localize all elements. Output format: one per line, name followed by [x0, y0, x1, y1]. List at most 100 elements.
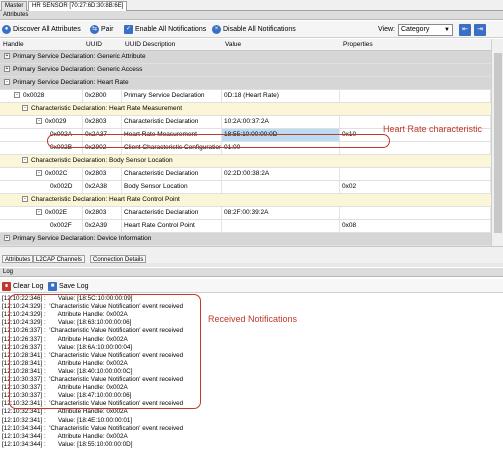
attribute-row[interactable]: 0x002F 0x2A39 Heart Rate Control Point 0x08 — [0, 220, 491, 233]
annotation-heart-rate-characteristic: Heart Rate characteristic — [383, 124, 483, 134]
cell-value[interactable]: 02:2D:00:38:2A — [222, 168, 340, 180]
cell-value[interactable]: 08:2F:00:39:2A — [222, 207, 340, 219]
discover-all-attributes-button[interactable]: ● Discover All Attributes — [2, 24, 81, 35]
cell-value[interactable]: 0D:18 (Heart Rate) — [222, 90, 340, 102]
cell-uuid: 0x2803 — [83, 207, 122, 219]
cell-text: 10:2A:00:37:2A — [224, 118, 269, 125]
cell-text: Characteristic Declaration — [124, 118, 199, 125]
attribute-row[interactable]: 0x002D 0x2A38 Body Sensor Location 0x02 — [0, 181, 491, 194]
cell-text: 0x2A39 — [85, 222, 108, 229]
scrollbar-thumb[interactable] — [494, 53, 502, 233]
expander-icon[interactable]: + — [4, 235, 10, 242]
bell-icon: ✓ — [124, 25, 133, 34]
tab-master[interactable]: Master — [1, 1, 28, 11]
characteristic-callout — [47, 134, 390, 148]
column-value[interactable]: Value — [225, 41, 241, 48]
expander-icon[interactable]: - — [14, 92, 20, 99]
cell-text: 0x0029 — [45, 118, 67, 125]
attribute-row[interactable]: -0x002E 0x2803 Characteristic Declaration 0… — [0, 207, 491, 220]
service-group-row[interactable]: + Primary Service Declaration: Generic At… — [0, 51, 491, 64]
pair-label: Pair — [101, 26, 114, 33]
service-group-row[interactable]: - Primary Service Declaration: Heart Rate — [0, 77, 491, 90]
column-handle[interactable]: Handle — [3, 41, 24, 48]
clear-log-button[interactable]: ∎ Clear Log — [2, 281, 43, 292]
cell-props: 0x02 — [340, 181, 491, 193]
view-select[interactable]: Category ▼ — [398, 24, 453, 36]
pane-splitter[interactable] — [0, 263, 503, 267]
service-group-row[interactable]: + Primary Service Declaration: Device Inf… — [0, 233, 491, 246]
cell-uuid: 0x2A38 — [83, 181, 122, 193]
characteristic-group-row[interactable]: - Characteristic Declaration: Heart Rate … — [0, 194, 491, 207]
column-properties[interactable]: Properties — [343, 41, 373, 48]
cell-handle: -0x002C — [34, 168, 83, 180]
group-cell: + Primary Service Declaration: Generic At… — [2, 51, 491, 63]
pair-button[interactable]: ⇆ Pair — [90, 24, 113, 35]
save-icon: ■ — [48, 282, 57, 291]
cell-desc: Body Sensor Location — [122, 181, 222, 193]
expander-icon[interactable]: - — [36, 118, 42, 125]
enable-all-notifications-button[interactable]: ✓ Enable All Notifications — [124, 24, 206, 35]
grid-vertical-scrollbar[interactable] — [491, 39, 503, 246]
characteristic-group-row[interactable]: - Characteristic Declaration: Heart Rate … — [0, 103, 491, 116]
group-cell: - Characteristic Declaration: Heart Rate … — [20, 194, 491, 206]
expander-icon[interactable]: - — [22, 105, 28, 112]
expander-icon[interactable]: - — [4, 79, 10, 86]
expander-icon[interactable]: - — [36, 170, 42, 177]
cell-uuid: 0x2800 — [83, 90, 122, 102]
cell-desc: Characteristic Declaration — [122, 168, 222, 180]
cell-handle: -0x002E — [34, 207, 83, 219]
cell-text: 0x02 — [342, 183, 357, 190]
group-label: Primary Service Declaration: Heart Rate — [13, 79, 129, 86]
cell-text: 0x002D — [50, 183, 73, 190]
search-icon: ● — [2, 25, 11, 34]
cell-desc: Heart Rate Control Point — [122, 220, 222, 232]
cell-text: 0x002F — [50, 222, 72, 229]
attribute-row[interactable]: -0x002C 0x2803 Characteristic Declaration 0… — [0, 168, 491, 181]
expand-all-icon[interactable]: ⇥ — [474, 24, 486, 36]
cell-uuid: 0x2803 — [83, 168, 122, 180]
expander-icon[interactable]: - — [22, 157, 28, 164]
cell-value[interactable] — [222, 220, 340, 232]
view-label: View: — [378, 26, 395, 33]
cell-desc: Primary Service Declaration — [122, 90, 222, 102]
disable-all-notifications-button[interactable]: × Disable All Notifications — [212, 24, 296, 35]
cell-value[interactable] — [222, 181, 340, 193]
attribute-row[interactable]: -0x0028 0x2800 Primary Service Declaration… — [0, 90, 491, 103]
group-label: Characteristic Declaration: Body Sensor … — [31, 157, 173, 164]
column-uuid[interactable]: UUID — [86, 41, 102, 48]
attributes-title: Attributes — [0, 11, 503, 20]
log-title: Log — [0, 268, 503, 277]
cell-text: 0x2803 — [85, 118, 107, 125]
cell-text: 0x2803 — [85, 170, 107, 177]
expander-icon[interactable]: + — [4, 53, 10, 60]
tab-hr-sensor[interactable]: HR SENSOR [70:27:6D:30:8B:6E] — [28, 1, 128, 11]
tab-l2cap-channels[interactable]: L2CAP Channels — [33, 255, 85, 263]
cell-handle: 0x002D — [48, 181, 83, 193]
column-uuid-description[interactable]: UUID Description — [125, 41, 175, 48]
save-log-button[interactable]: ■ Save Log — [48, 281, 89, 292]
service-group-row[interactable]: + Primary Service Declaration: Generic Ac… — [0, 64, 491, 77]
cell-text: 0x2800 — [85, 92, 107, 99]
clear-log-label: Clear Log — [13, 283, 44, 290]
tab-attributes[interactable]: Attributes — [2, 255, 34, 263]
save-log-label: Save Log — [59, 283, 89, 290]
group-label: Primary Service Declaration: Generic Acc… — [13, 66, 143, 73]
expander-icon[interactable]: + — [4, 66, 10, 73]
cell-text: Primary Service Declaration — [124, 92, 205, 99]
pair-icon: ⇆ — [90, 25, 99, 34]
collapse-all-icon[interactable]: ⇤ — [459, 24, 471, 36]
attributes-toolbar: ● Discover All Attributes ⇆ Pair ✓ Enabl… — [0, 21, 503, 38]
cell-uuid: 0x2803 — [83, 116, 122, 128]
enable-label: Enable All Notifications — [135, 26, 207, 33]
attributes-grid-header: Handle UUID UUID Description Value Prope… — [0, 39, 491, 51]
expander-icon[interactable]: - — [22, 196, 28, 203]
cell-text: 0x2803 — [85, 209, 107, 216]
cell-value[interactable]: 10:2A:00:37:2A — [222, 116, 340, 128]
group-cell: + Primary Service Declaration: Device Inf… — [2, 233, 491, 245]
cell-desc: Characteristic Declaration — [122, 207, 222, 219]
characteristic-group-row[interactable]: - Characteristic Declaration: Body Sensor… — [0, 155, 491, 168]
trash-icon: ∎ — [2, 282, 11, 291]
tab-connection-details[interactable]: Connection Details — [90, 255, 147, 263]
cell-text: Characteristic Declaration — [124, 209, 199, 216]
expander-icon[interactable]: - — [36, 209, 42, 216]
